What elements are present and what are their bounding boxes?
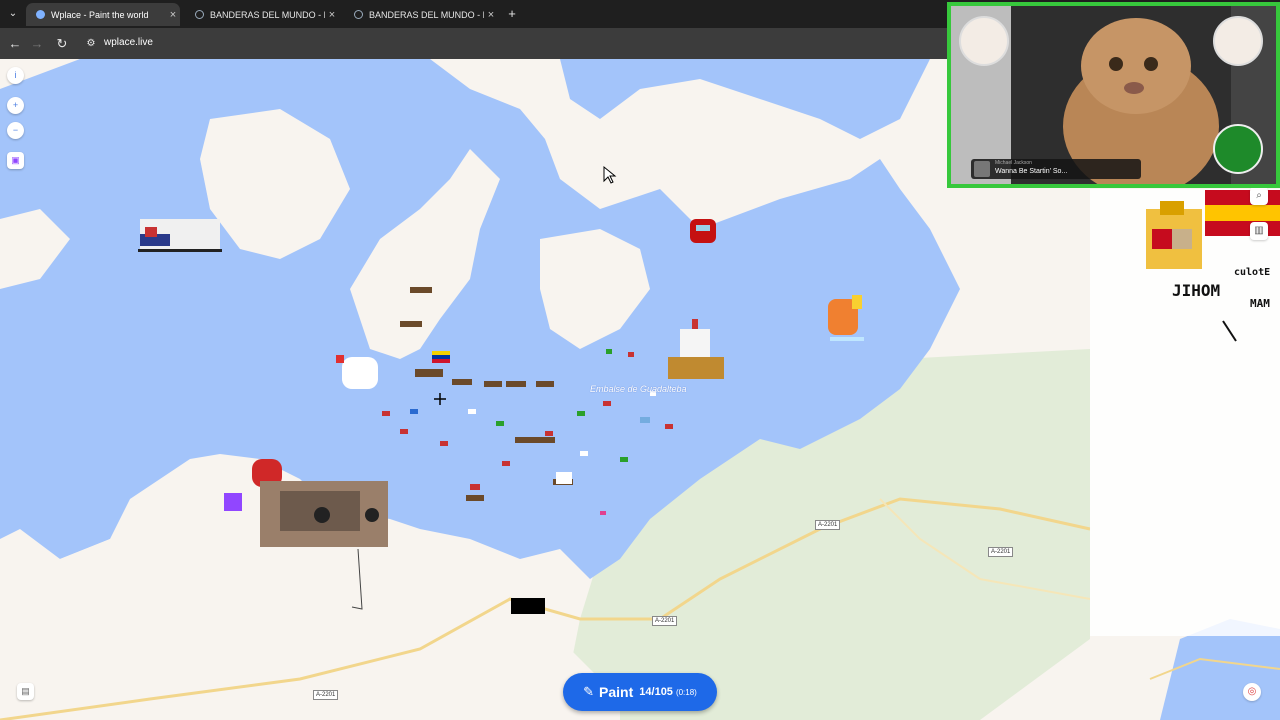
pixel-spain-flag (1205, 190, 1280, 236)
info-icon: i (14, 70, 17, 80)
brush-icon: ✎ (583, 684, 595, 699)
info-button[interactable]: i (7, 67, 24, 84)
tab-title: Wplace - Paint the world (51, 9, 149, 20)
layers-button[interactable]: ▤ (17, 683, 34, 700)
road-label: A-2201 (815, 520, 841, 530)
search-icon: ⌕ (1256, 190, 1262, 201)
tab-search-chevron-icon[interactable]: ⌄ (4, 5, 22, 23)
road-label: A-2201 (988, 547, 1014, 557)
zoom-out-button[interactable]: − (7, 122, 24, 139)
site-info-icon[interactable]: ⚙ (82, 35, 100, 53)
twitch-button[interactable]: ▣ (7, 152, 24, 169)
tab-title: BANDERAS DEL MUNDO - Búsq (210, 9, 325, 20)
globe-icon (36, 10, 45, 19)
minus-icon: − (12, 125, 19, 135)
badge-left (959, 16, 1009, 66)
locate-icon: ◎ (1247, 686, 1257, 697)
tab-title: BANDERAS DEL MUNDO - Búsq (369, 9, 484, 20)
album-art (974, 161, 990, 177)
pixel-ship-sinking (138, 219, 222, 252)
close-tab-icon[interactable]: × (166, 9, 180, 21)
road-label: A-2201 (652, 616, 678, 626)
chart-icon: ▥ (1254, 225, 1264, 236)
now-playing: Michael Jackson Wanna Be Startin' So... (971, 159, 1141, 179)
pixel-text-line: JIHOM (1172, 281, 1221, 300)
tab-wplace[interactable]: Wplace - Paint the world × (26, 3, 180, 26)
paint-button[interactable]: ✎ Paint 14/105 (0:18) (563, 673, 717, 711)
now-playing-artist: Michael Jackson (995, 160, 1032, 166)
paint-label: Paint (599, 684, 634, 700)
back-icon[interactable]: ← (6, 35, 24, 53)
twitch-icon: ▣ (11, 155, 20, 165)
close-tab-icon[interactable]: × (325, 9, 339, 21)
tab-banderas-2[interactable]: BANDERAS DEL MUNDO - Búsq × (344, 3, 498, 26)
locate-button[interactable]: ◎ (1243, 683, 1261, 701)
zoom-in-button[interactable]: + (7, 97, 24, 114)
url-field[interactable]: wplace.live (104, 37, 153, 48)
pixel-dog-photo (260, 481, 388, 547)
pixel-text-line: MAM (1250, 297, 1270, 310)
leaderboard-button[interactable]: ▥ (1250, 222, 1268, 240)
pixel-twitch-logo (224, 493, 242, 511)
tab-banderas-1[interactable]: BANDERAS DEL MUNDO - Búsq × (185, 3, 339, 26)
badge-right (1213, 16, 1263, 66)
close-tab-icon[interactable]: × (484, 9, 498, 21)
pixel-coat-of-arms (1146, 201, 1202, 269)
reload-icon[interactable]: ↻ (53, 35, 71, 53)
layers-icon: ▤ (21, 686, 30, 696)
pixel-among-us (690, 219, 716, 243)
paint-timer: (0:18) (675, 687, 697, 697)
badge-green (1213, 124, 1263, 174)
webcam-overlay: Michael Jackson Wanna Be Startin' So... (947, 2, 1280, 188)
pixel-text-line: culotE (1234, 267, 1271, 278)
search-button[interactable]: ⌕ (1250, 187, 1268, 205)
search-icon (354, 10, 363, 19)
paint-charges: 14/105 (639, 686, 673, 698)
land-south (0, 529, 620, 720)
reservoir-name-label: Embalse de Guadalteba (590, 384, 687, 394)
road-label: A-2201 (313, 690, 339, 700)
pixel-black-block (511, 598, 545, 614)
reservoir-lobe (560, 59, 930, 139)
now-playing-title: Wanna Be Startin' So... (995, 168, 1068, 175)
forward-icon[interactable]: → (28, 35, 46, 53)
cat-head (1081, 18, 1191, 114)
mouse-cursor-icon (603, 165, 617, 184)
plus-icon: + (12, 100, 19, 110)
new-tab-button[interactable]: + (503, 5, 521, 23)
search-icon (195, 10, 204, 19)
